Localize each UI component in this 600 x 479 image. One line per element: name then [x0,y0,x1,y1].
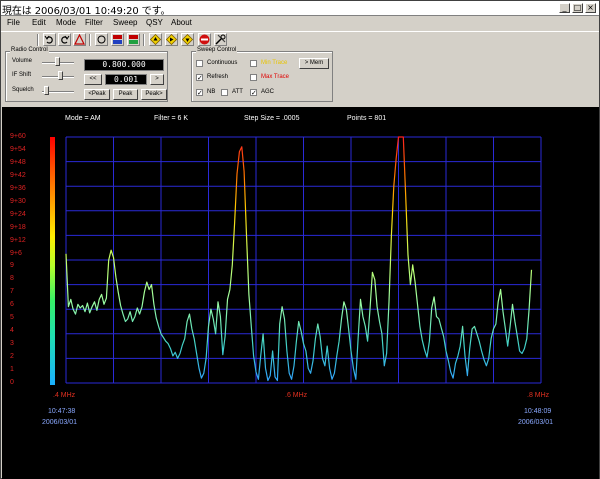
frequency-display[interactable]: 0.800.000 [84,59,164,71]
start-date: 2006/03/01 [42,419,78,426]
maximize-button[interactable]: □ [572,3,583,13]
control-panel: Radio Control Volume IF Shift Squelch 0.… [1,47,599,105]
radio-control-title: Radio Control [10,47,49,53]
record-button[interactable] [111,33,124,46]
menu-filter[interactable]: Filter [85,18,103,27]
undo-button[interactable] [43,33,56,46]
att-checkbox[interactable] [221,89,228,96]
tools-icon [215,34,226,45]
menu-sweep[interactable]: Sweep [113,18,137,27]
end-time: 10:48:09 [524,408,552,415]
menu-qsy[interactable]: QSY [146,18,163,27]
check-mark-icon: ✓ [251,89,257,97]
down-diamond-icon [181,33,194,46]
menu-file[interactable]: File [7,18,20,27]
step-value-display[interactable]: 0.001 [105,74,147,85]
warning-icon [74,33,85,45]
playback-button[interactable] [127,33,140,46]
refresh-icon [97,35,106,44]
peak-button[interactable]: Peak [113,89,138,100]
if-shift-label: IF Shift [12,72,32,78]
squelch-slider[interactable] [44,86,49,95]
tune-right-button[interactable] [165,33,178,46]
minimize-icon: _ [562,3,567,12]
app-window: 現在は 2006/03/01 10:49:20 です。 _ □ × File E… [0,0,600,479]
window-title: 現在は 2006/03/01 10:49:20 です。 [2,6,171,17]
tune-up-button[interactable] [149,33,162,46]
toolbar-separator [37,34,39,46]
right-diamond-icon [165,33,178,46]
tools-button[interactable] [214,33,227,46]
recorder-icon [129,35,138,44]
sweep-control-title: Sweep Control [196,47,238,53]
menu-about[interactable]: About [171,18,192,27]
redo-icon [61,35,70,44]
max-trace-label: Max Trace [261,74,290,80]
max-trace-checkbox[interactable] [250,74,257,81]
redo-button[interactable] [58,33,71,46]
agc-checkbox[interactable]: ✓ [250,89,257,97]
x-axis-end-label: .8 MHz [527,392,550,399]
x-axis-start-label: .4 MHz [53,392,76,399]
tune-down-button[interactable] [181,33,194,46]
spectrum-display: Mode = AM Filter = 6 K Step Size = .0005… [2,107,599,479]
menu-mode[interactable]: Mode [56,18,76,27]
agc-label: AGC [261,89,275,95]
continuous-label: Continuous [207,60,238,66]
nb-checkbox[interactable]: ✓ [196,89,203,97]
stop-icon [199,34,210,45]
continuous-checkbox[interactable] [196,60,203,67]
spectrum-trace [65,136,533,382]
undo-icon [44,35,53,44]
end-date: 2006/03/01 [518,419,554,426]
check-mark-icon: ✓ [197,89,203,97]
warning-button[interactable] [73,33,86,46]
refresh-label: Refresh [207,74,229,80]
spectrum-plot[interactable] [2,107,599,479]
toolbar [1,31,599,47]
radio-control-group: Radio Control Volume IF Shift Squelch 0.… [5,47,168,102]
nb-label: NB [207,89,216,95]
toolbar-separator [89,34,91,46]
close-icon: × [587,3,594,12]
up-diamond-icon [149,33,162,46]
minimize-button[interactable]: _ [559,3,570,13]
x-axis-mid-label: .6 MHz [285,392,308,399]
peak-prev-button[interactable]: <Peak [84,89,110,100]
start-time: 10:47:38 [48,408,76,415]
title-bar: 現在は 2006/03/01 10:49:20 です。 _ □ × [1,1,599,17]
att-label: ATT [232,89,243,95]
sweep-control-group: Sweep Control Continuous Min Trace > Mem… [191,47,333,102]
menu-bar: File Edit Mode Filter Sweep QSY About [1,16,599,30]
menu-edit[interactable]: Edit [32,18,46,27]
check-mark-icon: ✓ [197,74,203,82]
refresh-checkbox[interactable]: ✓ [196,74,203,82]
peak-next-button[interactable]: Peak> [141,89,167,100]
squelch-label: Squelch [12,87,34,93]
maximize-icon: □ [573,3,582,12]
volume-slider[interactable] [55,57,60,66]
volume-label: Volume [12,58,33,64]
mem-button[interactable]: > Mem [299,58,329,69]
refresh-button[interactable] [95,33,108,46]
stop-button[interactable] [198,33,211,46]
step-back-button[interactable]: << [84,74,102,85]
step-forward-button[interactable]: > [150,74,164,85]
min-trace-label: Min Trace [261,60,288,66]
min-trace-checkbox[interactable] [250,60,257,67]
toolbar-separator [143,34,145,46]
close-button[interactable]: × [585,3,596,13]
recorder-icon [113,35,122,44]
if-shift-slider[interactable] [58,71,63,80]
